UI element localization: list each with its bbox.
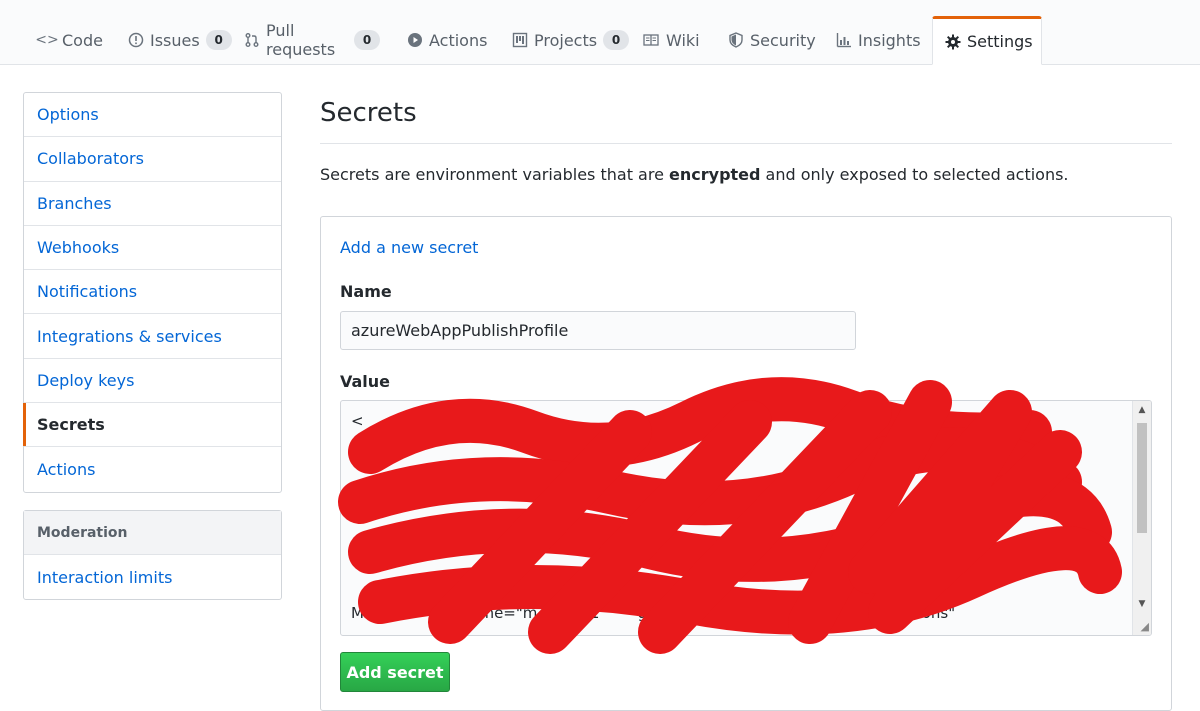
tab-label: Security [750,30,816,50]
sidebar-item-label: Deploy keys [37,370,135,390]
sidebar-item-secrets[interactable]: Secrets [23,403,281,448]
sidebar-item-label: Collaborators [37,149,144,169]
scroll-up-arrow-icon[interactable]: ▲ [1133,401,1151,419]
description-text: Secrets are environment variables that a… [320,165,670,184]
description-bold-text: encrypted [669,165,761,184]
tab-settings[interactable]: Settings [932,16,1042,65]
add-new-secret-link[interactable]: Add a new secret [340,238,478,257]
repo-nav-tabs: <> Code Issues 0 Pull requests 0 Actions… [0,0,1200,65]
scrollbar-thumb[interactable] [1137,423,1147,533]
tab-label: Insights [858,30,921,50]
tab-pull-requests[interactable]: Pull requests 0 [232,16,392,64]
projects-count-badge: 0 [603,30,630,50]
tab-projects[interactable]: Projects 0 [500,16,630,64]
tab-label: Actions [429,30,488,50]
sidebar-item-label: Webhooks [37,238,120,258]
secret-name-value: azureWebAppPublishProfile [351,321,569,340]
name-label: Name [340,282,392,301]
tab-label: Settings [967,32,1033,51]
sidebar-item-label: Secrets [37,415,105,435]
book-icon [642,31,660,49]
moderation-sidebar-menu: Moderation Interaction limits [23,510,282,601]
shield-icon [728,31,744,49]
sidebar-item-webhooks[interactable]: Webhooks [24,226,281,271]
sidebar-item-collaborators[interactable]: Collaborators [24,137,281,182]
sidebar-item-deploy-keys[interactable]: Deploy keys [24,359,281,404]
project-icon [512,31,528,49]
tab-security[interactable]: Security [716,16,824,64]
value-line: < [351,412,364,430]
tab-wiki[interactable]: Wiki [630,16,714,64]
sidebar-item-label: Integrations & services [37,326,222,346]
sidebar-item-label: Branches [37,193,112,213]
play-icon [407,31,423,49]
sidebar-item-label: Interaction limits [37,567,173,587]
add-secret-button[interactable]: Add secret [340,652,450,692]
tab-actions[interactable]: Actions [395,16,495,64]
tab-label: Projects [534,30,598,50]
settings-sidebar-menu: Options Collaborators Branches Webhooks … [23,92,282,493]
tab-issues[interactable]: Issues 0 [116,16,232,64]
tab-label: Wiki [666,30,700,50]
graph-icon [836,31,852,49]
tab-label: Issues [150,30,200,50]
issue-icon [128,31,144,49]
code-icon: <> [35,32,59,48]
tab-label: Code [62,30,103,50]
pull-requests-count-badge: 0 [354,30,380,50]
sidebar-item-actions[interactable]: Actions [24,447,281,491]
description-text-end: and only exposed to selected actions. [760,165,1069,184]
title-divider [320,143,1172,144]
textarea-scrollbar[interactable]: ▲ ▼ [1132,401,1151,635]
secret-value-textarea[interactable]: < Mode= sername="m 201 githubac $mau2019… [340,400,1152,636]
resize-grip-icon[interactable]: ◢ [1141,620,1149,633]
page-title: Secrets [320,98,417,128]
sidebar-item-options[interactable]: Options [24,93,281,138]
moderation-heading: Moderation [24,511,281,555]
tab-label: Pull requests [266,21,336,59]
sidebar-item-label: Notifications [37,282,138,302]
issues-count-badge: 0 [205,30,232,50]
sidebar-item-integrations[interactable]: Integrations & services [24,314,281,359]
gear-icon [945,33,961,51]
sidebar-item-label: Options [37,105,99,125]
sidebar-item-label: Actions [37,460,96,480]
sidebar-item-branches[interactable]: Branches [24,182,281,226]
tab-insights[interactable]: Insights [824,16,930,64]
value-label: Value [340,372,391,391]
page-description: Secrets are environment variables that a… [320,165,1069,184]
secret-name-input[interactable]: azureWebAppPublishProfile [340,311,856,350]
sidebar-item-interaction-limits[interactable]: Interaction limits [24,555,281,599]
value-line: Mode= sername="m 201 githubac $mau201910… [351,604,956,622]
scroll-down-arrow-icon[interactable]: ▼ [1133,595,1151,613]
sidebar-item-notifications[interactable]: Notifications [24,270,281,315]
pull-request-icon [244,31,260,49]
tab-code[interactable]: <> Code [26,16,114,64]
